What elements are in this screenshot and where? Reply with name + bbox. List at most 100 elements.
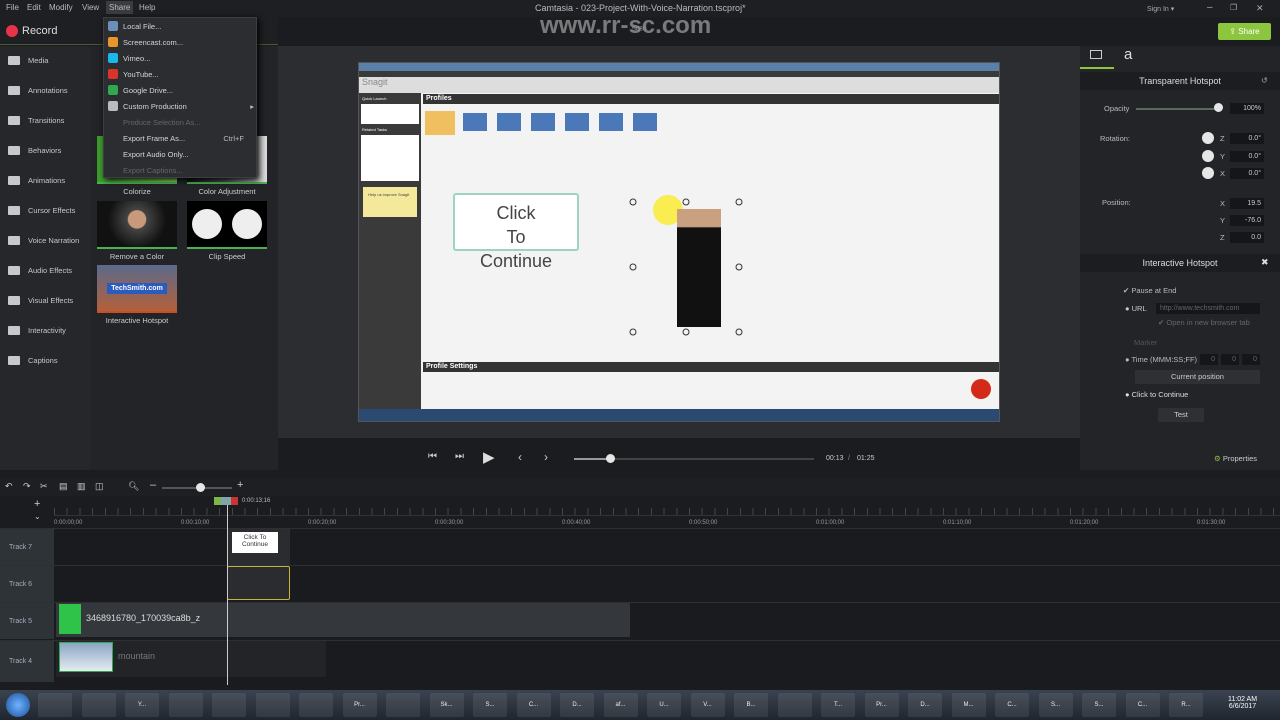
effect-remove-a-color[interactable]: Remove a Color	[97, 201, 177, 265]
taskbar-app[interactable]	[38, 693, 72, 717]
time-frames[interactable]: 0	[1242, 354, 1260, 365]
visual-properties-tab[interactable]	[1090, 50, 1102, 59]
track-track-7[interactable]: Track 7 Click To Continue	[0, 528, 1280, 565]
taskbar-app[interactable]	[81, 693, 116, 717]
taskbar-app[interactable]: Sk...	[429, 693, 464, 717]
menu-item-custom-production[interactable]: Custom Production ▸	[104, 98, 258, 114]
track-track-5[interactable]: Track 5 3468916780_170039ca8b_z	[0, 602, 1280, 639]
cut-icon[interactable]: ✂	[40, 481, 48, 492]
play-button[interactable]: ▶	[483, 448, 495, 466]
position-z-input[interactable]: 0.0	[1230, 232, 1264, 243]
taskbar-app[interactable]: R...	[1169, 693, 1203, 717]
track-track-6[interactable]: Track 6	[0, 565, 1280, 602]
menu-share[interactable]: Share	[106, 1, 134, 14]
taskbar-app[interactable]: D...	[560, 693, 594, 717]
playhead-handle[interactable]	[214, 497, 238, 505]
taskbar-app[interactable]: Pr...	[864, 693, 899, 717]
timeline-zoom-thumb[interactable]	[196, 483, 205, 492]
rotation-y-input[interactable]: 0.0°	[1230, 151, 1264, 162]
taskbar-app[interactable]: S...	[1082, 693, 1116, 717]
taskbar-app[interactable]	[386, 693, 420, 717]
taskbar-app[interactable]: V...	[690, 693, 725, 717]
step-back-button[interactable]: ⏮	[428, 451, 437, 462]
sidebar-item-interactivity[interactable]: Interactivity	[0, 318, 90, 342]
menu-file[interactable]: File	[6, 3, 19, 12]
minimize-button[interactable]: –	[1207, 2, 1213, 13]
track-track-4[interactable]: Track 4 mountain	[0, 640, 1280, 682]
paste-icon[interactable]: ▥	[77, 481, 86, 492]
menu-edit[interactable]: Edit	[27, 3, 41, 12]
close-button[interactable]: ✕	[1256, 3, 1264, 14]
sidebar-item-behaviors[interactable]: Behaviors	[0, 138, 90, 162]
hotspot-clip[interactable]	[227, 566, 290, 600]
playhead-line[interactable]	[227, 505, 228, 685]
time-minutes[interactable]: 0	[1200, 354, 1218, 365]
sidebar-item-cursor-effects[interactable]: Cursor Effects	[0, 198, 90, 222]
taskbar-app[interactable]	[168, 693, 203, 717]
effect-clip-speed[interactable]: Clip Speed	[187, 201, 267, 265]
taskbar-app[interactable]	[299, 693, 333, 717]
rotation-x-input[interactable]: 0.0°	[1230, 168, 1264, 179]
marker-dropdown[interactable]: Marker	[1134, 338, 1157, 347]
menu-item-local-file[interactable]: Local File...	[104, 18, 258, 34]
taskbar-app[interactable]: S...	[1038, 693, 1073, 717]
scrubber-thumb[interactable]	[606, 454, 615, 463]
position-x-input[interactable]: 19.5	[1230, 198, 1264, 209]
zoom-search-icon[interactable]: 🔍︎	[128, 481, 139, 492]
opacity-slider-thumb[interactable]	[1214, 103, 1223, 112]
sidebar-item-visual-effects[interactable]: Visual Effects	[0, 288, 90, 312]
taskbar-app[interactable]: U...	[647, 693, 681, 717]
time-seconds[interactable]: 0	[1221, 354, 1239, 365]
rotation-x-dial[interactable]	[1202, 167, 1214, 179]
taskbar-app[interactable]: C...	[516, 693, 551, 717]
test-button[interactable]: Test	[1158, 408, 1204, 422]
taskbar-app[interactable]: Y...	[125, 693, 159, 717]
next-marker-button[interactable]: ›	[544, 450, 548, 464]
taskbar-app[interactable]: T...	[821, 693, 855, 717]
sidebar-item-transitions[interactable]: Transitions	[0, 108, 90, 132]
click-to-continue-radio[interactable]: ● Click to Continue	[1125, 390, 1188, 399]
rotation-z-dial[interactable]	[1202, 132, 1214, 144]
zoom-level[interactable]: 50%	[632, 26, 646, 33]
zoom-out-button[interactable]: –	[150, 479, 156, 491]
canvas-preview[interactable]: Snagit Quick Launch Related Tasks Help u…	[358, 62, 1000, 422]
menu-item-export-audio-only[interactable]: Export Audio Only...	[104, 146, 258, 162]
callout-clip[interactable]: Click To Continue	[227, 529, 290, 565]
record-button[interactable]: Record	[22, 25, 57, 37]
menu-view[interactable]: View	[82, 3, 99, 12]
current-position-button[interactable]: Current position	[1135, 370, 1260, 384]
taskbar-app[interactable]	[212, 693, 246, 717]
sign-in-button[interactable]: Sign In ▾	[1147, 5, 1174, 13]
position-y-input[interactable]: -76.0	[1230, 215, 1264, 226]
taskbar-app[interactable]: M...	[951, 693, 986, 717]
menu-item-vimeo[interactable]: Vimeo...	[104, 50, 258, 66]
menu-item-youtube[interactable]: YouTube...	[104, 66, 258, 82]
restore-button[interactable]: ❐	[1230, 3, 1237, 12]
taskbar-app[interactable]	[777, 693, 812, 717]
collapse-tracks-button[interactable]: ⌄	[34, 512, 41, 521]
opacity-slider[interactable]	[1136, 108, 1220, 110]
opacity-input[interactable]: 100%	[1230, 103, 1264, 114]
rotation-y-dial[interactable]	[1202, 150, 1214, 162]
taskbar-app[interactable]: D...	[908, 693, 942, 717]
sidebar-item-audio-effects[interactable]: Audio Effects	[0, 258, 90, 282]
redo-icon[interactable]: ↷	[23, 481, 31, 492]
split-icon[interactable]: ◫	[95, 481, 104, 492]
url-input[interactable]: http://www.techsmith.com	[1156, 303, 1260, 314]
taskbar-app[interactable]: C...	[1125, 693, 1160, 717]
remove-effect-icon[interactable]: ✖	[1261, 257, 1269, 268]
menu-item-export-frame-as[interactable]: Export Frame As... Ctrl+F	[104, 130, 258, 146]
reset-icon[interactable]: ↺	[1261, 76, 1268, 85]
step-forward-button[interactable]: ⏭	[455, 451, 464, 462]
url-radio[interactable]: ● URL	[1125, 304, 1147, 313]
menu-help[interactable]: Help	[139, 3, 155, 12]
sidebar-item-annotations[interactable]: Annotations	[0, 78, 90, 102]
taskbar-app[interactable]: af...	[603, 693, 638, 717]
record-icon[interactable]	[6, 25, 18, 37]
rotation-z-input[interactable]: 0.0°	[1230, 133, 1264, 144]
sidebar-item-media[interactable]: Media	[0, 48, 90, 72]
time-radio[interactable]: ● Time (MMM:SS;FF)	[1125, 355, 1197, 364]
text-properties-tab[interactable]: a	[1124, 46, 1132, 63]
properties-button[interactable]: ⚙ Properties	[1214, 454, 1257, 463]
taskbar-app[interactable]: C...	[995, 693, 1029, 717]
